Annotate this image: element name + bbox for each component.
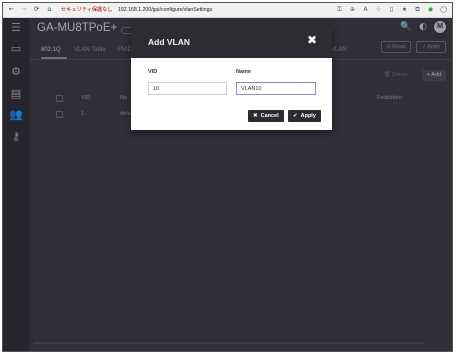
check-icon: ✔ <box>293 113 298 119</box>
dialog-title: Add VLAN <box>148 37 191 47</box>
home-icon[interactable]: ⌂ <box>45 5 54 14</box>
reload-icon[interactable]: ⟳ <box>32 5 41 14</box>
extension-icon[interactable]: ◉ <box>426 5 435 15</box>
apply-button[interactable]: ✔ Apply <box>288 110 321 122</box>
not-secure-label: セキュリティ保護なし <box>61 7 113 13</box>
name-label: Name <box>236 69 251 75</box>
cancel-label: Cancel <box>260 113 279 119</box>
key-icon[interactable]: ⚿ <box>335 5 344 15</box>
zoom-icon[interactable]: ⊕ <box>348 5 357 15</box>
back-icon[interactable]: ← <box>7 5 16 14</box>
profile-icon[interactable]: ◯ <box>439 5 448 15</box>
address-bar[interactable]: セキュリティ保護なし 192.168.1.200/gui/configure/v… <box>61 5 212 15</box>
screen-frame: ← → ⟳ ⌂ セキュリティ保護なし 192.168.1.200/gui/con… <box>2 2 453 352</box>
close-icon: ✖ <box>253 113 258 119</box>
vid-input[interactable] <box>148 82 227 95</box>
favorites-bar-icon[interactable]: ★ <box>400 5 409 15</box>
cancel-button[interactable]: ✖ Cancel <box>248 110 284 122</box>
apply-label: Apply <box>300 113 316 119</box>
url-text: 192.168.1.200/gui/configure/vlanSettings <box>118 7 213 13</box>
forward-icon[interactable]: → <box>19 5 28 14</box>
dialog-header: Add VLAN ✖ <box>131 26 332 58</box>
add-vlan-dialog: Add VLAN ✖ VID Name ✖Cancel ✔Apply <box>131 26 332 130</box>
read-aloud-icon[interactable]: A <box>361 5 370 15</box>
split-screen-icon[interactable]: ▯ <box>387 5 396 15</box>
close-icon[interactable]: ✖ <box>307 33 317 47</box>
name-input[interactable] <box>236 82 316 95</box>
vid-label: VID <box>148 69 158 75</box>
favorite-icon[interactable]: ☆ <box>374 5 383 15</box>
browser-toolbar: ← → ⟳ ⌂ セキュリティ保護なし 192.168.1.200/gui/con… <box>3 3 452 18</box>
collections-icon[interactable]: ⧉ <box>413 5 422 15</box>
